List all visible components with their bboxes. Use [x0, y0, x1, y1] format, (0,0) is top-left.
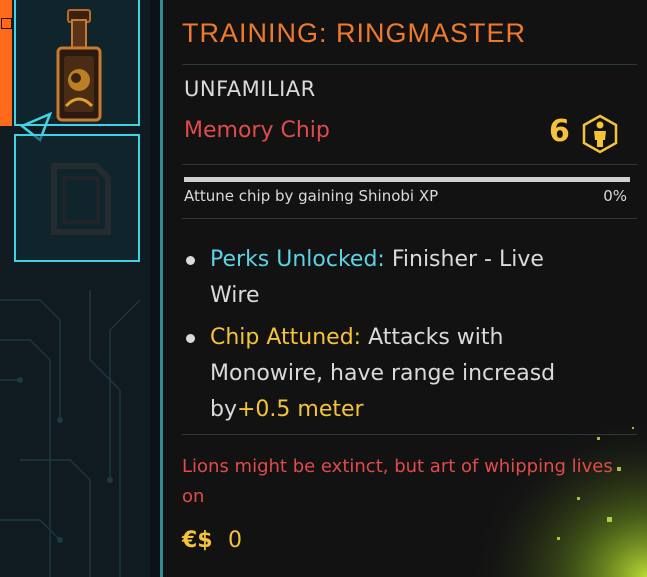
requirement-value: 6	[549, 114, 570, 149]
item-tooltip: TRAINING: RINGMASTER UNFAMILIAR Memory C…	[160, 0, 647, 577]
lore-text: Lions might be extinct, but art of whipp…	[182, 456, 613, 507]
title-divider	[182, 64, 637, 65]
perk-text-line2: Wire	[210, 283, 260, 308]
attune-progress-label: Attune chip by gaining Shinobi XP	[184, 187, 439, 205]
effects-divider	[182, 434, 637, 435]
item-price: 0	[228, 528, 242, 553]
attuned-text-line2: Monowire, have range increasd	[210, 361, 556, 386]
attune-progress-percent: 0%	[603, 187, 627, 205]
filter-icon	[1, 18, 12, 29]
attuned-text-line1: Attacks with	[361, 325, 504, 350]
chip-attuned-label: Chip Attuned:	[210, 325, 362, 350]
panel-border	[162, 0, 163, 577]
item-title: TRAINING: RINGMASTER	[182, 18, 527, 48]
inventory-column	[0, 0, 150, 577]
empty-chip-slot-icon	[51, 163, 111, 235]
inventory-slot-empty-chip[interactable]	[14, 134, 140, 262]
attuned-text-line3-prefix: by	[210, 397, 237, 422]
perk-text-line1: Finisher - Live	[384, 247, 544, 272]
attuned-bullet: Chip Attuned: Attacks with Monowire, hav…	[210, 320, 590, 428]
perk-label: Perks Unlocked:	[210, 247, 385, 272]
bullet-icon	[186, 334, 195, 343]
item-rarity: UNFAMILIAR	[184, 77, 316, 101]
inventory-slot-memory-chip[interactable]	[14, 0, 140, 126]
attune-progress-bar	[184, 177, 630, 182]
type-divider	[182, 164, 637, 165]
eurodollar-icon: €$	[182, 528, 213, 553]
category-tab[interactable]	[0, 0, 12, 126]
progress-divider	[182, 218, 637, 219]
memory-chip-item-icon	[56, 9, 102, 122]
attuned-bonus-value: +0.5 meter	[236, 397, 364, 422]
body-attribute-icon	[582, 114, 618, 154]
bullet-icon	[186, 256, 195, 265]
item-type: Memory Chip	[184, 118, 330, 143]
perk-bullet: Perks Unlocked: Finisher - Live Wire	[210, 242, 590, 314]
